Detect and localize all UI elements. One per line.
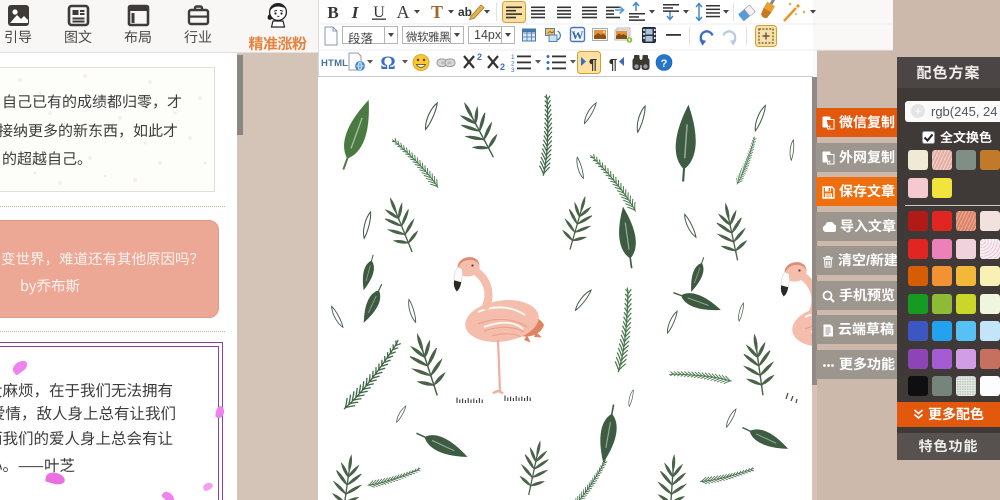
svg-text:B: B	[327, 3, 338, 22]
svg-text:A: A	[397, 2, 410, 22]
svg-text:?: ?	[661, 58, 668, 70]
svg-text:W: W	[572, 28, 584, 42]
svg-text:U: U	[373, 4, 385, 21]
svg-text:¶: ¶	[589, 56, 597, 73]
svg-text:HTML: HTML	[321, 58, 348, 69]
svg-text:¶: ¶	[609, 56, 617, 73]
svg-text:2: 2	[477, 52, 482, 62]
svg-text:2: 2	[500, 62, 505, 72]
svg-text:ab: ab	[458, 5, 472, 19]
svg-text:Ω: Ω	[380, 53, 395, 74]
svg-text:T: T	[431, 2, 443, 22]
svg-text:I: I	[351, 3, 360, 22]
svg-text:3: 3	[511, 67, 515, 74]
